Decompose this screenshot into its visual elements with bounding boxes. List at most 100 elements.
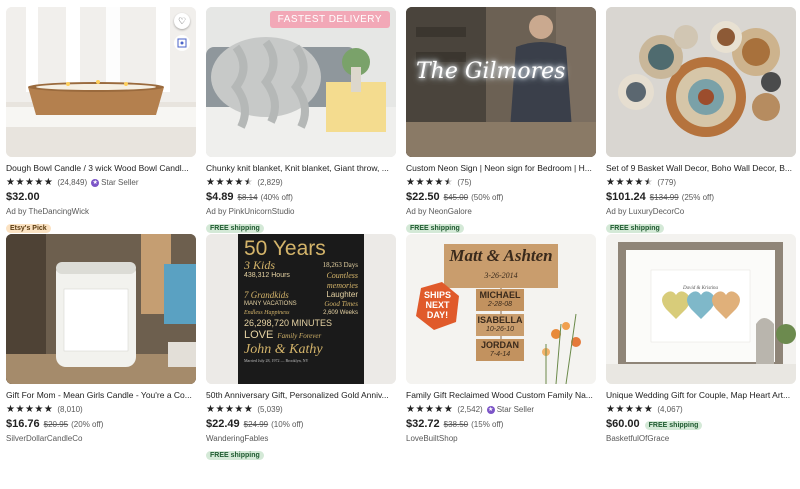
star-icon: ★ bbox=[15, 403, 25, 415]
seller-name[interactable]: Ad by LuxuryDecorCo bbox=[606, 207, 796, 217]
star-icon: ★ bbox=[406, 403, 415, 415]
original-price: $45.00 bbox=[443, 193, 469, 202]
star-half-icon: ★ bbox=[243, 176, 253, 188]
listing-title[interactable]: Unique Wedding Gift for Couple, Map Hear… bbox=[606, 390, 796, 401]
seller-name[interactable]: BasketfulOfGrace bbox=[606, 434, 796, 444]
free-shipping-badge: FREE shipping bbox=[206, 451, 264, 460]
original-price: $20.95 bbox=[43, 420, 69, 429]
star-icon: ★ bbox=[224, 403, 234, 415]
listing-image[interactable]: Matt & Ashten 3-26-2014 SHIPS NEXT DAY! … bbox=[406, 234, 596, 384]
poster-hours: 438,312 Hours bbox=[244, 272, 290, 279]
poster-line: LOVE Family Forever bbox=[244, 329, 364, 342]
listing-title[interactable]: Gift For Mom - Mean Girls Candle - You'r… bbox=[6, 390, 196, 401]
anniversary-poster: 50 Years 3 Kids 18,263 Days 438,312 Hour… bbox=[238, 238, 364, 364]
review-count: (24,849) bbox=[57, 178, 88, 187]
star-seller-icon: ★ bbox=[91, 178, 100, 187]
sign-name-date: 2-28-08 bbox=[487, 301, 513, 308]
poster-goodtimes: Good Times bbox=[324, 300, 358, 308]
listing-title[interactable]: Set of 9 Basket Wall Decor, Boho Wall De… bbox=[606, 163, 796, 174]
chunky-knit-blanket-photo bbox=[206, 7, 396, 157]
listing-image[interactable]: FASTEST DELIVERY bbox=[206, 7, 396, 157]
star-icon: ★ bbox=[406, 176, 415, 188]
star-icon: ★ bbox=[615, 176, 625, 188]
listing-image[interactable]: The Gilmores bbox=[406, 7, 596, 157]
price: $22.50 bbox=[406, 191, 440, 203]
star-icon: ★ bbox=[615, 403, 625, 415]
discount-percent: (40% off) bbox=[260, 193, 293, 202]
candle-jar-photo bbox=[6, 234, 196, 384]
listing-card[interactable]: Gift For Mom - Mean Girls Candle - You'r… bbox=[6, 234, 196, 444]
fastest-delivery-badge: FASTEST DELIVERY bbox=[269, 11, 390, 28]
rating-row: ★ ★ ★ ★ ★ (2,829) bbox=[206, 177, 396, 188]
price: $32.00 bbox=[6, 191, 40, 203]
original-price: $38.50 bbox=[443, 420, 469, 429]
star-icon: ★ bbox=[243, 403, 253, 415]
sign-name: MICHAEL bbox=[479, 290, 521, 300]
review-count: (4,067) bbox=[657, 405, 683, 414]
poster-happiness: Endless Happiness bbox=[244, 310, 290, 316]
listing-title[interactable]: Dough Bowl Candle / 3 wick Wood Bowl Can… bbox=[6, 163, 196, 174]
poster-laughter: Laughter bbox=[326, 290, 358, 299]
rating-row: ★ ★ ★ ★ ★ (24,849) ★ Star Seller bbox=[6, 177, 196, 188]
heart-icon[interactable]: ♡ bbox=[174, 13, 190, 29]
sign-name-date: 7-4-14 bbox=[489, 351, 511, 358]
seller-name[interactable]: SilverDollarCandleCo bbox=[6, 434, 196, 444]
original-price: $24.99 bbox=[243, 420, 269, 429]
star-rating: ★ ★ ★ ★ ★ bbox=[6, 176, 53, 188]
star-icon: ★ bbox=[424, 403, 434, 415]
star-icon: ★ bbox=[434, 403, 444, 415]
seller-name[interactable]: Ad by NeonGalore bbox=[406, 207, 596, 217]
star-half-icon: ★ bbox=[443, 176, 453, 188]
poster-line: 438,312 Hours Countless bbox=[244, 271, 364, 281]
listing-card[interactable]: Matt & Ashten 3-26-2014 SHIPS NEXT DAY! … bbox=[406, 234, 596, 444]
star-icon: ★ bbox=[415, 403, 425, 415]
review-count: (5,039) bbox=[257, 405, 283, 414]
star-icon: ★ bbox=[6, 176, 15, 188]
poster-love: LOVE bbox=[244, 329, 274, 341]
seller-name[interactable]: WanderingFables bbox=[206, 434, 396, 444]
price: $60.00 bbox=[606, 418, 640, 430]
star-icon: ★ bbox=[624, 176, 634, 188]
seller-name[interactable]: LoveBuiltShop bbox=[406, 434, 596, 444]
sign-name-plank: JORDAN 7-4-14 bbox=[476, 340, 524, 359]
listing-image[interactable]: ♡ bbox=[6, 7, 196, 157]
star-icon: ★ bbox=[643, 403, 653, 415]
sign-name-plank: ISABELLA 10-26-10 bbox=[476, 315, 524, 334]
listing-image[interactable]: David & Kristina bbox=[606, 234, 796, 384]
original-price: $8.14 bbox=[237, 193, 258, 202]
seller-name[interactable]: Ad by TheDancingWick bbox=[6, 207, 196, 217]
listing-title[interactable]: 50th Anniversary Gift, Personalized Gold… bbox=[206, 390, 396, 401]
review-count: (779) bbox=[657, 178, 677, 187]
listing-card[interactable]: FASTEST DELIVERY Chunky knit blanket, Kn… bbox=[206, 7, 396, 235]
poster-vacations: MANY VACATIONS bbox=[244, 301, 297, 307]
rating-row: ★ ★ ★ ★ ★ (8,010) bbox=[6, 404, 196, 415]
visual-search-icon[interactable] bbox=[174, 35, 190, 51]
ships-next-day-badge: SHIPS NEXT DAY! bbox=[416, 290, 459, 320]
star-icon: ★ bbox=[606, 403, 615, 415]
price-row: $32.00 bbox=[6, 191, 196, 203]
rating-row: ★ ★ ★ ★ ★ (5,039) bbox=[206, 404, 396, 415]
star-icon: ★ bbox=[6, 403, 15, 415]
listing-title[interactable]: Custom Neon Sign | Neon sign for Bedroom… bbox=[406, 163, 596, 174]
listing-title[interactable]: Family Gift Reclaimed Wood Custom Family… bbox=[406, 390, 596, 401]
star-rating: ★ ★ ★ ★ ★ bbox=[406, 176, 453, 188]
listing-image[interactable] bbox=[6, 234, 196, 384]
listing-card[interactable]: David & Kristina Unique Wedding Gift for… bbox=[606, 234, 796, 444]
listing-image[interactable] bbox=[606, 7, 796, 157]
map-names: David & Kristina bbox=[682, 286, 718, 291]
next-label: NEXT bbox=[425, 300, 450, 310]
poster-minutes: 26,298,720 MINUTES bbox=[244, 318, 333, 328]
listing-title[interactable]: Chunky knit blanket, Knit blanket, Giant… bbox=[206, 163, 396, 174]
listing-card[interactable]: The Gilmores Custom Neon Sign | Neon sig… bbox=[406, 7, 596, 235]
listing-card[interactable]: Set of 9 Basket Wall Decor, Boho Wall De… bbox=[606, 7, 796, 235]
seller-name[interactable]: Ad by PinkUnicornStudio bbox=[206, 207, 396, 217]
listing-card[interactable]: 50 Years 3 Kids 18,263 Days 438,312 Hour… bbox=[206, 234, 396, 462]
listing-image[interactable]: 50 Years 3 Kids 18,263 Days 438,312 Hour… bbox=[206, 234, 396, 384]
price-row: $4.89 $8.14 (40% off) bbox=[206, 191, 396, 203]
basket-wall-decor-photo bbox=[606, 7, 796, 157]
poster-line: 3 Kids 18,263 Days bbox=[244, 259, 364, 271]
poster-forever: Family Forever bbox=[277, 332, 322, 340]
listing-card[interactable]: ♡ Dough Bowl Candle / 3 wick Wood Bowl C… bbox=[6, 7, 196, 235]
poster-grandkids: 7 Grandkids bbox=[244, 290, 289, 300]
day-label: DAY! bbox=[426, 310, 449, 320]
